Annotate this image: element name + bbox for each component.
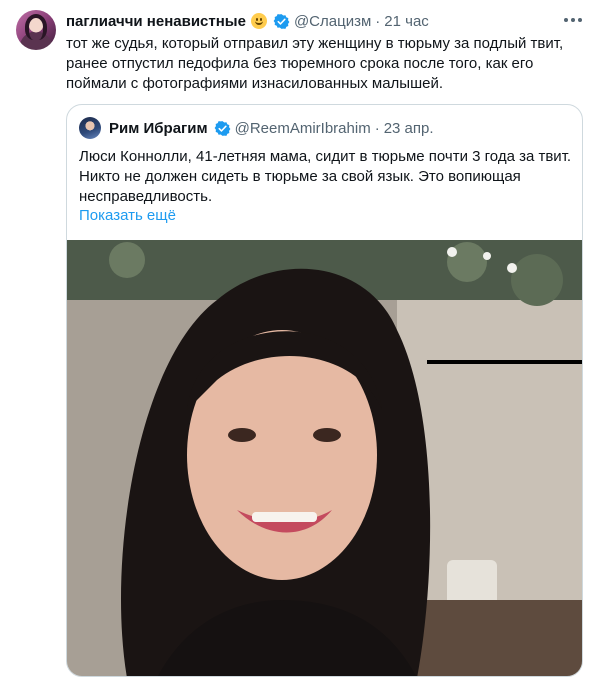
tweet-header: паглиаччи ненавистные @Слацизм · 21 час <box>66 11 429 31</box>
quoted-tweet[interactable]: Рим Ибрагим @ReemAmirIbrahim · 23 апр. Л… <box>66 104 583 677</box>
quoted-media-photo[interactable] <box>67 240 582 676</box>
quoted-author-display-name: Рим Ибрагим <box>109 119 208 137</box>
author-handle[interactable]: @Слацизм <box>294 13 371 30</box>
quoted-tweet-text: Люси Коннолли, 41-летняя мама, сидит в т… <box>79 148 572 205</box>
tweet-text: тот же судья, который отправил эту женщи… <box>66 35 564 92</box>
separator-dot: · <box>374 119 380 137</box>
quoted-author-handle: @ReemAmirIbrahim <box>234 119 371 137</box>
show-more-link[interactable]: Показать ещё <box>79 207 176 224</box>
verified-badge-icon <box>273 13 290 29</box>
tweet: паглиаччи ненавистные @Слацизм · 21 час … <box>0 0 600 683</box>
separator-dot: · <box>375 12 381 30</box>
quoted-author-avatar <box>79 117 101 139</box>
quoted-timestamp: 23 апр. <box>383 119 434 137</box>
verified-badge-icon <box>214 120 230 136</box>
tweet-timestamp[interactable]: 21 час <box>384 13 429 30</box>
author-avatar[interactable] <box>16 10 56 50</box>
smiley-emoji-icon <box>250 13 267 29</box>
author-display-name[interactable]: паглиаччи ненавистные <box>66 13 246 30</box>
more-options-icon[interactable] <box>562 10 584 30</box>
portrait-photo <box>67 240 582 676</box>
quoted-tweet-header: Рим Ибрагим @ReemAmirIbrahim · 23 апр. <box>79 117 434 139</box>
